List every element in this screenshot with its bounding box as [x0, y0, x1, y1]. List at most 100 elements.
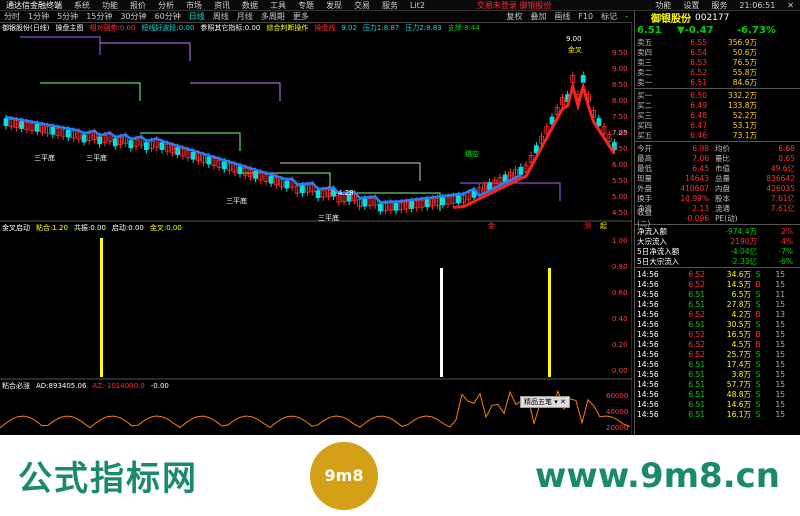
tab-monthly[interactable]: 月线: [233, 11, 257, 22]
menu-topic[interactable]: 专题: [292, 0, 320, 11]
menu-lit2[interactable]: Lit2: [404, 1, 431, 10]
signal-jin: 金: [488, 222, 495, 230]
candle-body: [128, 140, 134, 149]
menu-function[interactable]: 功能: [96, 0, 124, 11]
quote-row: 现量 14643 总量 836642: [635, 173, 800, 183]
ind-tick: 0.80: [612, 263, 628, 271]
stock-code: 002177: [695, 12, 730, 23]
menu-market[interactable]: 市场: [180, 0, 208, 11]
tab-1min[interactable]: 1分钟: [24, 11, 53, 22]
tick-side: B: [755, 279, 761, 289]
tab-5min[interactable]: 5分钟: [53, 11, 82, 22]
tick-price: 6.51: [688, 289, 705, 299]
quote-value: 10.99%: [680, 193, 709, 203]
menu-analysis[interactable]: 分析: [152, 0, 180, 11]
signal-jincha: 金叉: [568, 46, 582, 54]
tick-side: B: [755, 309, 761, 319]
quote-row: 换手 10.99% 股本 7.61亿: [635, 193, 800, 203]
level-label: 买五: [637, 130, 652, 140]
tick-side: S: [755, 319, 761, 329]
tick-count: 15: [775, 369, 785, 379]
buy-row: 买二 6.49 133.8万: [635, 100, 800, 110]
quote-value: 426035: [766, 183, 795, 193]
tab-60min[interactable]: 60分钟: [151, 11, 185, 22]
tick-price: 6.51: [688, 379, 705, 389]
tick-count: 15: [775, 329, 785, 339]
candle-body: [455, 195, 461, 204]
ind2-b: 共振:0.00: [73, 224, 106, 232]
tick-row: 14:56 6.52 34.6万 S 15: [635, 269, 800, 279]
tab-overlay[interactable]: 叠加: [526, 11, 550, 22]
quote-value: 6.98: [692, 143, 709, 153]
tab-draw[interactable]: 画线: [550, 11, 574, 22]
candle-body: [393, 202, 399, 211]
tick-count: 15: [775, 379, 785, 389]
tab-f10[interactable]: F10: [574, 12, 597, 21]
popup-text: 精品五笔: [524, 398, 552, 406]
tab-fenshi[interactable]: 分时: [0, 11, 24, 22]
flow-row: 净流入额 -974.4万 2%: [635, 226, 800, 236]
tab-mark[interactable]: 标记: [597, 11, 621, 22]
tab-daily[interactable]: 日线: [185, 11, 209, 22]
tick-count: 15: [775, 409, 785, 419]
high-label: 9.00: [566, 35, 582, 43]
tab-minimize[interactable]: -: [621, 12, 632, 21]
tick-row: 14:56 6.52 14.5万 B 15: [635, 279, 800, 289]
change-value: ▼-0.47: [677, 25, 714, 36]
period-tab-bar: 分时 1分钟 5分钟 15分钟 30分钟 60分钟 日线 周线 月线 多周期 更…: [0, 11, 632, 23]
tick-time: 14:56: [637, 399, 659, 409]
banner-left: 公式指标网: [18, 459, 198, 499]
tab-fuquan[interactable]: 复权: [502, 11, 526, 22]
tick-side: S: [755, 389, 761, 399]
candle-body: [97, 136, 102, 145]
title-service[interactable]: 服务: [705, 0, 733, 11]
title-func[interactable]: 功能: [649, 0, 677, 11]
tab-multi[interactable]: 多周期: [257, 11, 289, 22]
tab-30min[interactable]: 30分钟: [116, 11, 150, 22]
tick-time: 14:56: [637, 319, 659, 329]
quote-stats: 今开 6.98 均价 6.68 最高 7.06 量比 0.65 最低 6.45 市值 49.6亿 现量 1…: [635, 143, 800, 229]
menu-news[interactable]: 资讯: [208, 0, 236, 11]
tab-weekly[interactable]: 周线: [209, 11, 233, 22]
tab-more[interactable]: 更多: [289, 11, 313, 22]
resistance-line: [20, 36, 101, 55]
title-settings[interactable]: 设置: [677, 0, 705, 11]
menu-quote[interactable]: 报价: [124, 0, 152, 11]
menu-data[interactable]: 数据: [236, 0, 264, 11]
menu-service[interactable]: 服务: [376, 0, 404, 11]
popup-box[interactable]: 精品五笔 ▾ ✕: [520, 396, 570, 408]
tick-list[interactable]: 14:56 6.52 34.6万 S 15 14:56 6.52 14.5万 B 15 14:56 6…: [635, 269, 800, 419]
close-icon[interactable]: ✕: [781, 1, 800, 10]
candle-body: [268, 175, 274, 184]
buy-row: 买三 6.48 52.2万: [635, 110, 800, 120]
signal-sanpingdi-2: 三平底: [86, 154, 107, 162]
tick-price: 6.52: [688, 279, 705, 289]
ind3-b: AZ:-1014000.0: [92, 382, 145, 390]
quote-value: 6.68: [778, 143, 795, 153]
candle-body: [440, 197, 446, 206]
level-label: 卖一: [637, 77, 652, 87]
quote-value: 2.13: [692, 203, 709, 213]
sell-row: 卖一 6.51 84.6万: [635, 77, 800, 87]
menu-system[interactable]: 系统: [68, 0, 96, 11]
candle-body: [143, 142, 149, 151]
quote-panel: 御银股份 002177 6.51 ▼-0.47 -6.73% 卖五 6.55 356…: [634, 11, 800, 435]
vol-tick: 40000: [606, 408, 629, 416]
menu-tools[interactable]: 工具: [264, 0, 292, 11]
menu-trade[interactable]: 交易: [348, 0, 376, 11]
buy-row: 买一 6.50 332.2万: [635, 90, 800, 100]
vol-tick: 60000: [606, 392, 629, 400]
price-tick: 9.00: [612, 65, 628, 73]
tick-row: 14:56 6.52 4.5万 B 15: [635, 339, 800, 349]
tick-count: 15: [775, 339, 785, 349]
menu-discover[interactable]: 发现: [320, 0, 348, 11]
candle-body: [112, 138, 118, 147]
tab-15min[interactable]: 15分钟: [82, 11, 116, 22]
tick-count: 15: [775, 279, 785, 289]
quote-value: 7.06: [692, 153, 709, 163]
chart-area[interactable]: 御银股份(日线) 操盘主图 相对强势:0.00 短线好波段:0.00 参照其它指…: [0, 23, 632, 435]
signal-sanpingdi-3: 三平底: [226, 197, 247, 205]
flow-value: -2.33亿: [730, 256, 757, 266]
tick-time: 14:56: [637, 369, 659, 379]
flow-pct: 2%: [781, 226, 793, 236]
